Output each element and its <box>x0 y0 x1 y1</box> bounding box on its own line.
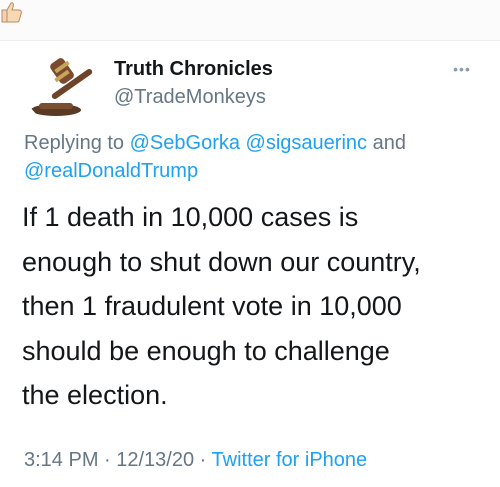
gavel-avatar-icon <box>24 48 100 124</box>
mention-sigsauerinc[interactable]: @sigsauerinc <box>246 132 367 154</box>
tweet-text-line: enough to shut down our country, <box>22 247 421 277</box>
tweet-text-line: the election. <box>22 380 168 410</box>
tweet-screenshot: Truth Chronicles @TradeMonkeys ••• Reply… <box>0 0 500 487</box>
tweet-text-line: If 1 death in 10,000 cases is <box>22 202 359 232</box>
thumbs-up-icon[interactable] <box>0 0 24 24</box>
tweet-metadata: 3:14 PM · 12/13/20 · Twitter for iPhone <box>24 449 367 472</box>
display-name[interactable]: Truth Chronicles <box>114 58 273 81</box>
avatar[interactable] <box>24 48 100 124</box>
reply-context-line-2: @realDonaldTrump <box>24 160 484 183</box>
previous-tweet-action-bar <box>0 0 500 41</box>
tweet-text-line: then 1 fraudulent vote in 10,000 <box>22 291 402 321</box>
tweet-timestamp[interactable]: 3:14 PM · 12/13/20 <box>24 449 194 471</box>
more-options-icon[interactable]: ••• <box>447 60 477 78</box>
tweet-text-line: should be enough to challenge <box>22 336 390 366</box>
metadata-separator: · <box>199 449 207 471</box>
replying-to-label: Replying to <box>24 132 125 154</box>
mention-realdonaldtrump[interactable]: @realDonaldTrump <box>24 160 198 182</box>
reply-context-line-1: Replying to @SebGorka @sigsauerinc and <box>24 132 484 155</box>
reply-conjunction: and <box>372 132 406 154</box>
mention-sebgorka[interactable]: @SebGorka <box>130 132 240 154</box>
user-handle[interactable]: @TradeMonkeys <box>114 86 266 109</box>
tweet-source-link[interactable]: Twitter for iPhone <box>212 449 368 471</box>
